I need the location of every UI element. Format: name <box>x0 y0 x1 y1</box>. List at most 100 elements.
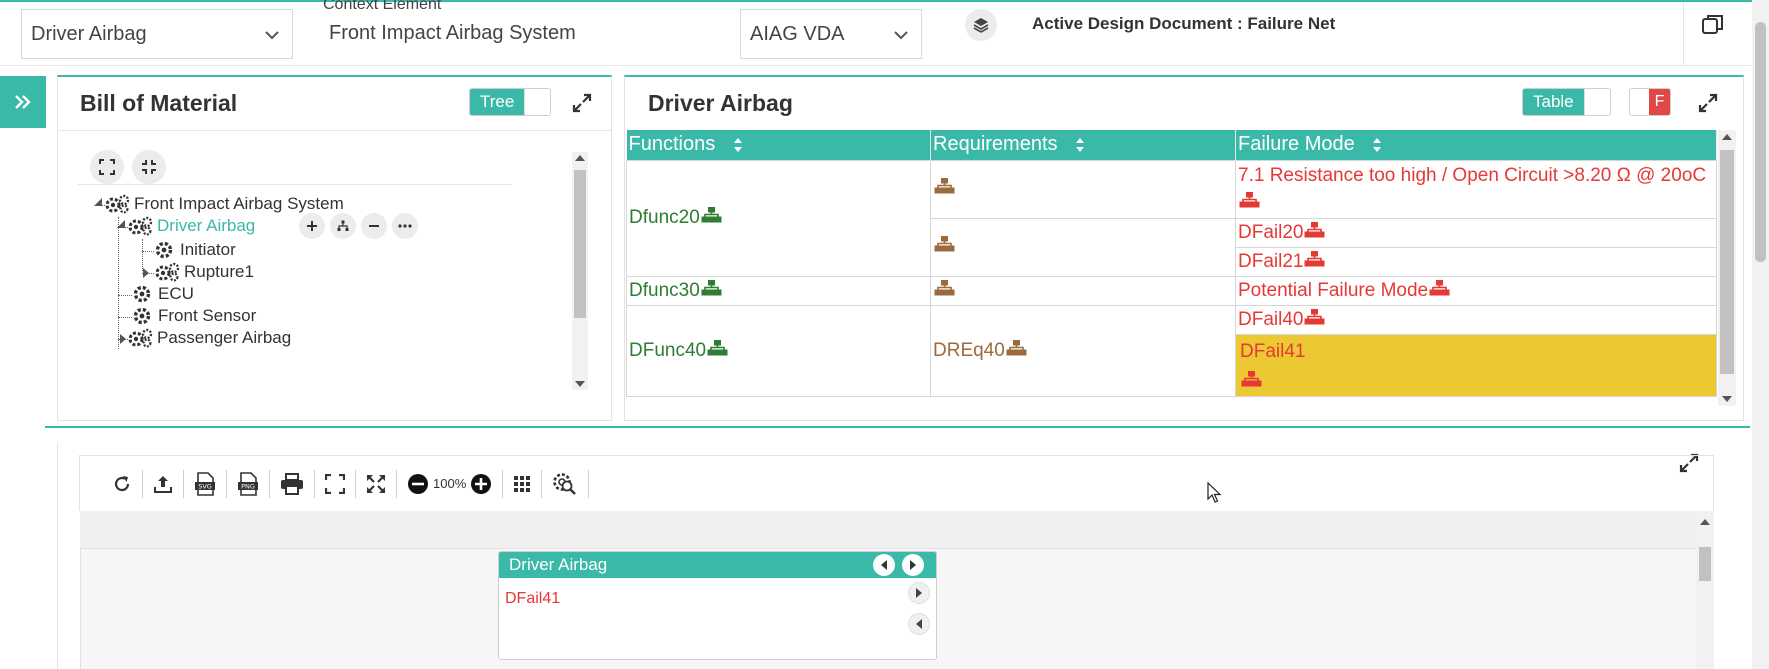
f-toggle-knob <box>1630 89 1650 115</box>
tree-node-actions <box>299 213 418 239</box>
table-toggle[interactable]: Table <box>1522 88 1611 116</box>
fit-screen-button[interactable] <box>317 469 353 499</box>
tree-node-initiator[interactable]: Initiator <box>154 240 236 260</box>
expand-all-button[interactable] <box>90 150 124 184</box>
hierarchy-icon <box>337 220 349 231</box>
product-select-value: Driver Airbag <box>31 22 147 45</box>
svg-file-icon: SVG <box>195 471 215 496</box>
add-node-button[interactable] <box>299 213 325 239</box>
requirement-cell[interactable] <box>930 275 1236 306</box>
product-select[interactable]: Driver Airbag <box>21 9 293 59</box>
function-cell[interactable]: Dfunc30 <box>626 275 931 306</box>
node-expand-right-button[interactable] <box>908 582 930 604</box>
node-expand-left-button[interactable] <box>908 613 930 635</box>
tree-toggle[interactable]: Tree <box>469 88 552 116</box>
tree-node-root[interactable]: Front Impact Airbag System <box>104 194 344 214</box>
green-hierarchy-icon[interactable] <box>706 338 730 356</box>
sidebar-toggle-button[interactable] <box>0 76 46 128</box>
failure-mode-cell[interactable]: DFail20 <box>1235 217 1717 248</box>
export-png-button[interactable]: PNG <box>229 469 267 499</box>
scroll-up-icon[interactable] <box>575 155 585 161</box>
brown-hierarchy-icon[interactable] <box>933 177 957 194</box>
gears-icon <box>128 216 153 236</box>
expand-icon[interactable] <box>571 92 593 114</box>
tree-caret-expanded[interactable] <box>94 198 102 206</box>
table-scrollbar-thumb[interactable] <box>1720 150 1734 374</box>
brown-hierarchy-icon[interactable] <box>1005 338 1029 356</box>
red-hierarchy-icon[interactable] <box>1303 307 1327 325</box>
red-hierarchy-icon[interactable] <box>1428 278 1452 296</box>
page-scrollbar-thumb[interactable] <box>1755 22 1766 262</box>
failure-mode-label: DFail21 <box>1238 250 1304 272</box>
plus-icon <box>307 221 317 231</box>
search-gear-icon <box>553 472 577 495</box>
search-settings-button[interactable] <box>544 469 586 499</box>
function-cell[interactable]: Dfunc20 <box>626 159 931 277</box>
brown-hierarchy-icon[interactable] <box>933 235 957 252</box>
tree-caret-expanded[interactable] <box>117 220 125 228</box>
layers-button[interactable] <box>965 9 997 41</box>
structure-button[interactable] <box>330 213 356 239</box>
tree-scrollbar[interactable] <box>572 152 588 390</box>
restore-window-icon[interactable] <box>1700 12 1726 38</box>
diagram-scrollbar[interactable] <box>1696 511 1714 669</box>
tree-node-front-sensor[interactable]: Front Sensor <box>132 306 256 326</box>
red-hierarchy-icon[interactable] <box>1303 249 1327 267</box>
more-options-button[interactable] <box>392 213 418 239</box>
upload-button[interactable] <box>145 469 181 499</box>
diagram-node-card[interactable]: Driver Airbag DFail41 <box>498 551 937 660</box>
green-hierarchy-icon[interactable] <box>700 206 724 223</box>
tree-caret-collapsed[interactable] <box>120 334 126 344</box>
diagram-scrollbar-thumb[interactable] <box>1699 547 1711 581</box>
tree-scrollbar-thumb[interactable] <box>574 170 586 318</box>
failure-mode-cell[interactable]: 7.1 Resistance too high / Open Circuit >… <box>1235 159 1717 219</box>
node-card-item[interactable]: DFail41 <box>505 590 560 608</box>
page-scrollbar[interactable] <box>1752 0 1769 669</box>
zoom-in-button[interactable] <box>468 469 500 499</box>
bom-tree: Front Impact Airbag System Driver Airbag… <box>78 184 512 419</box>
green-hierarchy-icon[interactable] <box>700 278 724 296</box>
fullscreen-icon <box>99 159 115 175</box>
red-hierarchy-icon[interactable] <box>1303 220 1327 238</box>
refresh-button[interactable] <box>104 469 140 499</box>
expand-diagram-button[interactable] <box>358 469 394 499</box>
print-button[interactable] <box>272 469 312 499</box>
failure-mode-cell[interactable]: DFail21 <box>1235 246 1717 277</box>
column-header-functions[interactable]: Functions <box>626 130 931 160</box>
node-next-button[interactable] <box>902 554 924 576</box>
scroll-up-icon[interactable] <box>1700 519 1710 525</box>
scroll-down-icon[interactable] <box>575 381 585 387</box>
failure-mode-cell[interactable]: Potential Failure Mode <box>1235 275 1717 306</box>
grid-button[interactable] <box>505 469 539 499</box>
zoom-level: 100% <box>433 476 467 491</box>
failure-mode-cell-selected[interactable]: DFail41 <box>1235 333 1717 397</box>
column-header-failure-mode[interactable]: Failure Mode <box>1235 130 1717 160</box>
table-scrollbar[interactable] <box>1718 130 1736 406</box>
tree-node-ecu[interactable]: ECU <box>132 284 194 304</box>
zoom-out-button[interactable] <box>399 469 431 499</box>
red-hierarchy-icon[interactable] <box>1240 369 1264 387</box>
tree-node-passenger-airbag[interactable]: Passenger Airbag <box>127 328 291 348</box>
scroll-down-icon[interactable] <box>1722 396 1732 402</box>
tree-caret-collapsed[interactable] <box>143 268 149 278</box>
node-prev-button[interactable] <box>873 554 895 576</box>
expand-icon[interactable] <box>1697 92 1719 114</box>
brown-hierarchy-icon[interactable] <box>933 278 957 296</box>
tree-toggle-knob <box>524 89 551 115</box>
standard-select[interactable]: AIAG VDA <box>740 9 922 59</box>
red-hierarchy-icon[interactable] <box>1238 191 1262 208</box>
tree-node-driver-airbag[interactable]: Driver Airbag <box>127 216 255 236</box>
tree-node-rupture[interactable]: Rupture1 <box>154 262 254 282</box>
failure-mode-label: DFail41 <box>1240 340 1306 362</box>
failure-mode-cell[interactable]: DFail40 <box>1235 304 1717 335</box>
requirement-cell[interactable] <box>930 159 1236 219</box>
requirement-cell[interactable] <box>930 217 1236 277</box>
requirement-cell[interactable]: DREq40 <box>930 304 1236 397</box>
export-svg-button[interactable]: SVG <box>186 469 224 499</box>
f-toggle[interactable]: F <box>1629 88 1671 116</box>
column-header-requirements[interactable]: Requirements <box>930 130 1236 160</box>
function-cell[interactable]: DFunc40 <box>626 304 931 397</box>
scroll-up-icon[interactable] <box>1722 134 1732 140</box>
collapse-all-button[interactable] <box>132 150 166 184</box>
remove-node-button[interactable] <box>361 213 387 239</box>
